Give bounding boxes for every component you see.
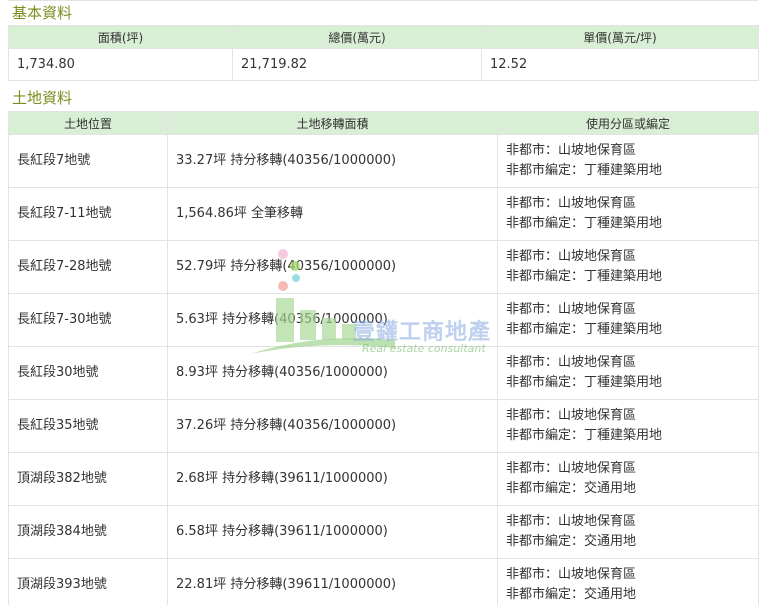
zoning-district: 非都市：山坡地保育區 bbox=[506, 143, 637, 158]
zoning-designation: 非都市編定：丁種建築用地 bbox=[506, 216, 663, 231]
transfer-area: 22.81坪 持分移轉(39611/1000000) bbox=[167, 558, 498, 605]
transfer-area: 6.58坪 持分移轉(39611/1000000) bbox=[167, 505, 498, 559]
zoning-designation: 非都市編定：丁種建築用地 bbox=[506, 428, 663, 443]
value-unit-price: 12.52 bbox=[481, 48, 759, 81]
header-unit-price: 單價(萬元/坪) bbox=[481, 25, 759, 49]
zoning: 非都市：山坡地保育區 非都市編定：交通用地 bbox=[497, 452, 759, 506]
table-row: 長紅段7-11地號 1,564.86坪 全筆移轉 非都市：山坡地保育區非都市編定… bbox=[8, 187, 759, 241]
header-transfer-area: 土地移轉面積 bbox=[167, 111, 498, 135]
table-row: 長紅段7-28地號 52.79坪 持分移轉(40356/1000000) 非都市… bbox=[8, 240, 759, 294]
land-location: 頂湖段382地號 bbox=[8, 452, 168, 506]
land-location: 頂湖段393地號 bbox=[8, 558, 168, 605]
table-row: 頂湖段384地號 6.58坪 持分移轉(39611/1000000) 非都市：山… bbox=[8, 505, 759, 559]
transfer-area: 37.26坪 持分移轉(40356/1000000) bbox=[167, 399, 498, 453]
zoning-district: 非都市：山坡地保育區 bbox=[506, 408, 637, 423]
zoning-district: 非都市：山坡地保育區 bbox=[506, 514, 637, 529]
zoning-district: 非都市：山坡地保育區 bbox=[506, 355, 637, 370]
header-area: 面積(坪) bbox=[8, 25, 233, 49]
zoning: 非都市：山坡地保育區非都市編定：丁種建築用地 bbox=[497, 346, 759, 400]
land-info-title: 土地資料 bbox=[12, 89, 73, 107]
page: 基本資料 面積(坪) 總價(萬元) 單價(萬元/坪) 1,734.80 21,7… bbox=[0, 0, 766, 605]
zoning-district: 非都市：山坡地保育區 bbox=[506, 196, 637, 211]
basic-info-table: 面積(坪) 總價(萬元) 單價(萬元/坪) 1,734.80 21,719.82… bbox=[8, 25, 759, 81]
table-row: 長紅段7地號 33.27坪 持分移轉(40356/1000000) 非都市：山坡… bbox=[8, 134, 759, 188]
value-area: 1,734.80 bbox=[8, 48, 233, 81]
land-location: 長紅段30地號 bbox=[8, 346, 168, 400]
top-divider bbox=[8, 0, 758, 1]
transfer-area: 8.93坪 持分移轉(40356/1000000) bbox=[167, 346, 498, 400]
zoning-designation: 非都市編定：丁種建築用地 bbox=[506, 322, 663, 337]
land-location: 長紅段7-28地號 bbox=[8, 240, 168, 294]
land-location: 長紅段35地號 bbox=[8, 399, 168, 453]
table-row: 頂湖段382地號 2.68坪 持分移轉(39611/1000000) 非都市：山… bbox=[8, 452, 759, 506]
transfer-area: 5.63坪 持分移轉(40356/1000000) bbox=[167, 293, 498, 347]
header-total-price: 總價(萬元) bbox=[232, 25, 482, 49]
table-row: 長紅段7-30地號 5.63坪 持分移轉(40356/1000000) 非都市：… bbox=[8, 293, 759, 347]
transfer-area: 33.27坪 持分移轉(40356/1000000) bbox=[167, 134, 498, 188]
zoning-designation: 非都市編定：交通用地 bbox=[506, 534, 637, 549]
land-location: 頂湖段384地號 bbox=[8, 505, 168, 559]
transfer-area: 52.79坪 持分移轉(40356/1000000) bbox=[167, 240, 498, 294]
zoning: 非都市：山坡地保育區非都市編定：丁種建築用地 bbox=[497, 187, 759, 241]
land-info-table: 土地位置 土地移轉面積 使用分區或編定 長紅段7地號 33.27坪 持分移轉(4… bbox=[8, 111, 759, 605]
table-row: 長紅段35地號 37.26坪 持分移轉(40356/1000000) 非都市：山… bbox=[8, 399, 759, 453]
zoning: 非都市：山坡地保育區 非都市編定：交通用地 bbox=[497, 505, 759, 559]
zoning-district: 非都市：山坡地保育區 bbox=[506, 249, 637, 264]
zoning-district: 非都市：山坡地保育區 bbox=[506, 567, 637, 582]
value-total-price: 21,719.82 bbox=[232, 48, 482, 81]
land-location: 長紅段7-30地號 bbox=[8, 293, 168, 347]
zoning-district: 非都市：山坡地保育區 bbox=[506, 461, 637, 476]
zoning: 非都市：山坡地保育區非都市編定：丁種建築用地 bbox=[497, 399, 759, 453]
land-location: 長紅段7-11地號 bbox=[8, 187, 168, 241]
zoning-designation: 非都市編定：丁種建築用地 bbox=[506, 269, 663, 284]
zoning-designation: 非都市編定：丁種建築用地 bbox=[506, 163, 663, 178]
table-row: 長紅段30地號 8.93坪 持分移轉(40356/1000000) 非都市：山坡… bbox=[8, 346, 759, 400]
zoning: 非都市：山坡地保育區非都市編定：丁種建築用地 bbox=[497, 240, 759, 294]
land-info-header-row: 土地位置 土地移轉面積 使用分區或編定 bbox=[8, 111, 759, 135]
header-land-location: 土地位置 bbox=[8, 111, 168, 135]
zoning: 非都市：山坡地保育區非都市編定：丁種建築用地 bbox=[497, 134, 759, 188]
zoning-district: 非都市：山坡地保育區 bbox=[506, 302, 637, 317]
zoning-designation: 非都市編定：交通用地 bbox=[506, 587, 637, 602]
transfer-area: 2.68坪 持分移轉(39611/1000000) bbox=[167, 452, 498, 506]
transfer-area: 1,564.86坪 全筆移轉 bbox=[167, 187, 498, 241]
basic-info-value-row: 1,734.80 21,719.82 12.52 bbox=[8, 48, 759, 81]
zoning-designation: 非都市編定：交通用地 bbox=[506, 481, 637, 496]
header-zoning: 使用分區或編定 bbox=[497, 111, 759, 135]
land-location: 長紅段7地號 bbox=[8, 134, 168, 188]
zoning: 非都市：山坡地保育區 非都市編定：交通用地 bbox=[497, 558, 759, 605]
basic-info-title: 基本資料 bbox=[12, 4, 73, 22]
table-row: 頂湖段393地號 22.81坪 持分移轉(39611/1000000) 非都市：… bbox=[8, 558, 759, 605]
zoning-designation: 非都市編定：丁種建築用地 bbox=[506, 375, 663, 390]
basic-info-header-row: 面積(坪) 總價(萬元) 單價(萬元/坪) bbox=[8, 25, 759, 49]
zoning: 非都市：山坡地保育區非都市編定：丁種建築用地 bbox=[497, 293, 759, 347]
